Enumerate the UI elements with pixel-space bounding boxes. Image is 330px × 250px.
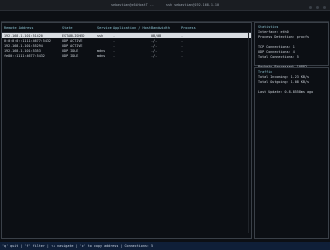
cell-service: ssh <box>97 33 104 38</box>
header-service[interactable]: Service <box>97 26 113 30</box>
header-application[interactable]: Application / Host <box>113 26 151 30</box>
cell-application: - <box>113 38 116 43</box>
connection-rows: 192.168.1.101:51420 ESTABLISHED ssh -0B/0B -… <box>2 33 251 58</box>
cell-process: - <box>181 38 184 43</box>
status-bar: 'q' quit | 'f' filter | ↑↓ navigate | 'c… <box>0 242 330 250</box>
header-bandwidth[interactable]: Bandwidth <box>151 26 181 30</box>
cell-state: UDP IDLE <box>62 48 79 53</box>
scrollbar[interactable] <box>248 33 249 233</box>
cell-state: UDP IDLE <box>62 53 79 58</box>
cell-address: 0:0:0:0::1111:4677:5432 <box>4 38 51 43</box>
header-remote-address[interactable]: Remote Address <box>4 26 62 30</box>
connections-pane: Remote Address State Service Application… <box>1 22 252 239</box>
cell-bandwidth: -/- <box>151 48 158 53</box>
table-row[interactable]: 192.168.1.101:55294 UDP ACTIVE - -/- - <box>2 43 251 48</box>
cell-address: fe80::1111:4677:5432 <box>4 53 45 58</box>
statistics-panel: Statistics Interface: eth0 Process Detec… <box>254 22 329 69</box>
cell-process: - <box>181 43 184 48</box>
cell-state: UDP ACTIVE <box>62 38 83 43</box>
table-row[interactable]: 192.168.1.101:51420 ESTABLISHED ssh - 0B/0B - <box>2 33 251 38</box>
cell-application: - <box>113 43 116 48</box>
table-row[interactable]: fe80::1111:4677:5432 UDP IDLE mdns - -/- - <box>2 53 251 58</box>
cell-address: 192.168.1.101:51420 <box>4 33 43 38</box>
cell-application: - <box>113 53 116 58</box>
last-update-text: Last Update: 0.8-8558ms ago <box>258 90 314 94</box>
window-controls[interactable] <box>307 3 326 13</box>
header-state[interactable]: State <box>62 26 97 30</box>
window-title-left: sebastian@z6iHostT -- <box>111 3 154 7</box>
window-titlebar: sebastian@z6iHostT -- ssh sebastian@192.… <box>0 0 330 11</box>
cell-bandwidth: 0B/0B <box>151 33 162 38</box>
table-header: Remote Address State Service Application… <box>2 23 251 33</box>
table-row[interactable]: 0:0:0:0::1111:4677:5432 UDP ACTIVE - -/- - <box>2 38 251 43</box>
cell-state: ESTABLISHED <box>62 33 85 38</box>
traffic-panel: Traffic Total Incoming: 1.23 KB/s Total … <box>254 67 329 239</box>
table-row[interactable]: 192.168.1.101:5353 UDP IDLE mdns - -/- - <box>2 48 251 53</box>
close-button[interactable] <box>323 6 326 9</box>
cell-process: - <box>181 48 184 53</box>
cell-bandwidth: -/- <box>151 38 158 43</box>
cell-address: 192.168.1.101:5353 <box>4 48 41 53</box>
cell-bandwidth: -/- <box>151 53 158 58</box>
cell-bandwidth: -/- <box>151 43 158 48</box>
cell-process: - <box>181 53 184 58</box>
cell-service: mdns <box>97 53 106 58</box>
cell-service: mdns <box>97 48 106 53</box>
cell-address: 192.168.1.101:55294 <box>4 43 43 48</box>
maximize-button[interactable] <box>315 6 319 9</box>
header-process[interactable]: Process <box>181 26 221 30</box>
cell-application: - <box>113 48 116 53</box>
cell-application: - <box>113 33 116 38</box>
window-title-right: ssh sebastian@192.168.1.10 <box>165 3 219 7</box>
cell-state: UDP ACTIVE <box>62 43 83 48</box>
minimize-button[interactable] <box>308 6 312 9</box>
cell-process: - <box>181 33 184 38</box>
